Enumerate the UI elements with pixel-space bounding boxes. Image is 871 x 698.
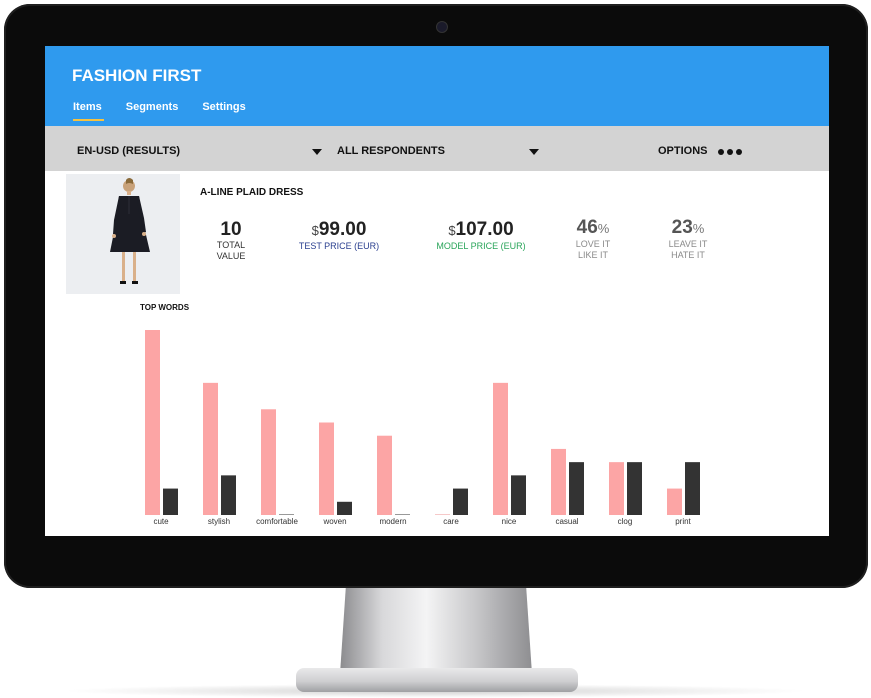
tab-settings[interactable]: Settings bbox=[202, 101, 245, 113]
locale-dropdown-label[interactable]: EN-USD (RESULTS) bbox=[77, 145, 180, 157]
audience-dropdown-chevron-down-icon[interactable] bbox=[529, 149, 539, 155]
x-tick-label-modern: modern bbox=[379, 517, 406, 526]
bar-woven-series-1 bbox=[319, 422, 334, 515]
model-price-currency: $ bbox=[448, 223, 456, 238]
total-value-metric: 10 TOTAL VALUE bbox=[207, 220, 255, 262]
bar-print-series-2 bbox=[685, 462, 700, 515]
bar-care-series-2 bbox=[453, 488, 468, 515]
locale-dropdown-chevron-down-icon[interactable] bbox=[312, 149, 322, 155]
x-tick-label-care: care bbox=[443, 517, 459, 526]
leave-pct-sign: % bbox=[692, 221, 705, 236]
bar-cute-series-2 bbox=[163, 488, 178, 515]
x-tick-label-stylish: stylish bbox=[208, 517, 230, 526]
bar-nice-series-1 bbox=[493, 382, 508, 515]
bar-woven-series-2 bbox=[337, 501, 352, 515]
leave-pct-value: 23 bbox=[671, 217, 693, 238]
product-image bbox=[66, 174, 180, 294]
app-screen: FASHION FIRST Items Segments Settings EN… bbox=[45, 46, 829, 536]
x-tick-label-nice: nice bbox=[502, 517, 517, 526]
bar-clog-series-1 bbox=[609, 462, 624, 515]
bar-comfortable-series-2 bbox=[279, 514, 294, 515]
like-it-label: LIKE IT bbox=[577, 250, 608, 260]
filter-bar: EN-USD (RESULTS) ALL RESPONDENTS OPTIONS bbox=[45, 126, 829, 171]
top-words-bar-chart: cute stylish comfortable woven modern care nic… bbox=[145, 330, 700, 526]
product-name: A-LINE PLAID DRESS bbox=[200, 187, 304, 198]
bar-cute-series-1 bbox=[145, 330, 160, 515]
bar-casual-series-1 bbox=[551, 448, 566, 515]
bar-care-series-1 bbox=[435, 514, 450, 515]
dress-model-image bbox=[110, 178, 150, 284]
total-value-label-2: VALUE bbox=[216, 251, 246, 261]
x-tick-label-casual: casual bbox=[555, 517, 578, 526]
x-tick-label-woven: woven bbox=[322, 517, 346, 526]
audience-dropdown-label[interactable]: ALL RESPONDENTS bbox=[337, 145, 445, 157]
leave-it-label: LEAVE IT bbox=[668, 239, 708, 249]
more-options-icon[interactable] bbox=[718, 149, 742, 155]
top-words-heading: TOP WORDS bbox=[140, 303, 190, 312]
monitor-stand bbox=[340, 588, 532, 674]
bar-clog-series-2 bbox=[627, 462, 642, 515]
model-price-label: MODEL PRICE (EUR) bbox=[436, 241, 526, 251]
app-header: FASHION FIRST Items Segments Settings bbox=[45, 46, 829, 126]
total-value: 10 bbox=[220, 219, 242, 240]
camera-icon bbox=[436, 21, 448, 33]
bar-comfortable-series-1 bbox=[261, 409, 276, 515]
bar-stylish-series-2 bbox=[221, 475, 236, 515]
bar-nice-series-2 bbox=[511, 475, 526, 515]
x-tick-label-clog: clog bbox=[618, 517, 633, 526]
love-pct-sign: % bbox=[597, 221, 610, 236]
bar-stylish-series-1 bbox=[203, 382, 218, 515]
bar-casual-series-2 bbox=[569, 462, 584, 515]
love-it-label: LOVE IT bbox=[575, 239, 611, 249]
model-price-metric: $107.00 MODEL PRICE (EUR) bbox=[428, 220, 534, 252]
x-tick-label-print: print bbox=[675, 517, 691, 526]
test-price-label: TEST PRICE (EUR) bbox=[298, 241, 380, 251]
total-value-label-1: TOTAL bbox=[216, 240, 246, 250]
x-tick-label-comfortable: comfortable bbox=[256, 517, 298, 526]
test-price-value: 99.00 bbox=[318, 219, 367, 240]
love-pct-value: 46 bbox=[576, 217, 598, 238]
test-price-currency: $ bbox=[311, 223, 319, 238]
leave-it-metric: 23% LEAVE IT HATE IT bbox=[662, 218, 714, 261]
x-tick-label-cute: cute bbox=[153, 517, 169, 526]
love-it-metric: 46% LOVE IT LIKE IT bbox=[568, 218, 618, 261]
options-button[interactable]: OPTIONS bbox=[658, 145, 708, 157]
bar-modern-series-1 bbox=[377, 435, 392, 515]
hate-it-label: HATE IT bbox=[671, 250, 705, 260]
model-price-value: 107.00 bbox=[455, 219, 514, 240]
tab-segments[interactable]: Segments bbox=[126, 101, 179, 113]
nav-tabs: Items Segments Settings bbox=[73, 101, 246, 121]
test-price-metric: $99.00 TEST PRICE (EUR) bbox=[289, 220, 389, 252]
bar-modern-series-2 bbox=[395, 514, 410, 515]
monitor-stand-base bbox=[296, 668, 578, 692]
bar-print-series-1 bbox=[667, 488, 682, 515]
app-title: FASHION FIRST bbox=[72, 66, 202, 85]
tab-items[interactable]: Items bbox=[73, 101, 104, 121]
